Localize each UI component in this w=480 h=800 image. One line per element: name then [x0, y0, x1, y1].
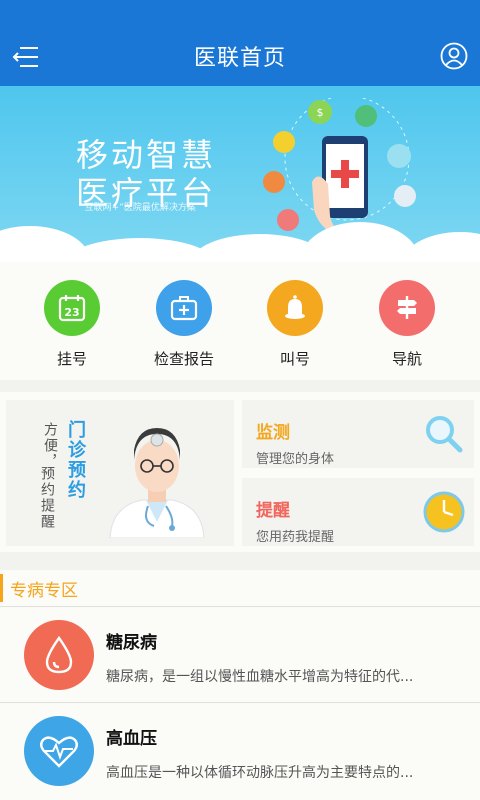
blood-drop-icon: [24, 620, 94, 690]
appointment-card[interactable]: 方便， 预约提醒 门诊预约: [6, 400, 234, 546]
section-title: 专病专区: [10, 581, 78, 601]
magnifier-icon: [426, 416, 463, 453]
clock-icon: [423, 491, 465, 533]
appointment-subtitle-col1: 方便，: [42, 422, 58, 470]
quick-action-label: 检查报告: [153, 350, 214, 368]
feature-cards: 方便， 预约提醒 门诊预约 监测 管理您的身体 提醒 您用药我提醒: [0, 392, 480, 552]
quick-action-label: 挂号: [56, 350, 87, 368]
top-bar: 医联首页: [0, 0, 480, 86]
phone-hand-illustration: $: [263, 98, 416, 238]
monitor-desc: 管理您的身体: [256, 452, 335, 467]
quick-action-label: 导航: [391, 350, 422, 368]
disease-item-hypertension[interactable]: 高血压 高血压是一种以体循环动脉压升高为主要特点的...: [0, 704, 480, 800]
reminder-title: 提醒: [256, 501, 290, 521]
divider: [0, 606, 480, 607]
quick-action-report[interactable]: 检查报告: [139, 280, 229, 369]
reminder-desc: 您用药我提醒: [256, 530, 335, 545]
svg-text:$: $: [317, 106, 324, 119]
appointment-subtitle-col2: 预约提醒: [39, 466, 55, 530]
section-accent-bar: [0, 574, 3, 602]
quick-action-navigation[interactable]: 导航: [362, 280, 452, 369]
user-icon[interactable]: [440, 42, 468, 70]
quick-action-register[interactable]: 23 挂号: [27, 280, 117, 369]
signpost-icon: [379, 280, 435, 336]
banner-subtitle: “互联网+”医院最优解决方案: [80, 203, 196, 213]
medical-kit-icon: [156, 280, 212, 336]
monitor-card[interactable]: 监测 管理您的身体: [242, 400, 474, 468]
disease-desc: 高血压是一种以体循环动脉压升高为主要特点的...: [106, 765, 414, 781]
heartbeat-icon: [24, 716, 94, 786]
promo-banner[interactable]: 移动智慧 医疗平台 “互联网+”医院最优解决方案 $: [0, 86, 480, 262]
disease-item-diabetes[interactable]: 糖尿病 糖尿病，是一组以慢性血糖水平增高为特征的代...: [0, 608, 480, 704]
quick-action-queue[interactable]: 叫号: [250, 280, 340, 369]
quick-action-label: 叫号: [279, 350, 310, 368]
disease-name: 糖尿病: [106, 633, 157, 653]
calendar-icon: 23: [44, 280, 100, 336]
doctor-illustration: [109, 428, 205, 538]
disease-name: 高血压: [106, 729, 157, 749]
bell-icon: [267, 280, 323, 336]
disease-desc: 糖尿病，是一组以慢性血糖水平增高为特征的代...: [106, 669, 414, 685]
quick-actions: 23 挂号 检查报告 叫号 导航: [0, 262, 480, 380]
reminder-card[interactable]: 提醒 您用药我提醒: [242, 478, 474, 546]
appointment-title: 门诊预约: [65, 420, 86, 500]
divider: [0, 702, 480, 703]
calendar-date-text: 23: [64, 306, 79, 319]
monitor-title: 监测: [256, 423, 290, 443]
special-disease-section: 专病专区 糖尿病 糖尿病，是一组以慢性血糖水平增高为特征的代... 高血压 高血…: [0, 570, 480, 800]
page-title: 医联首页: [193, 46, 286, 71]
